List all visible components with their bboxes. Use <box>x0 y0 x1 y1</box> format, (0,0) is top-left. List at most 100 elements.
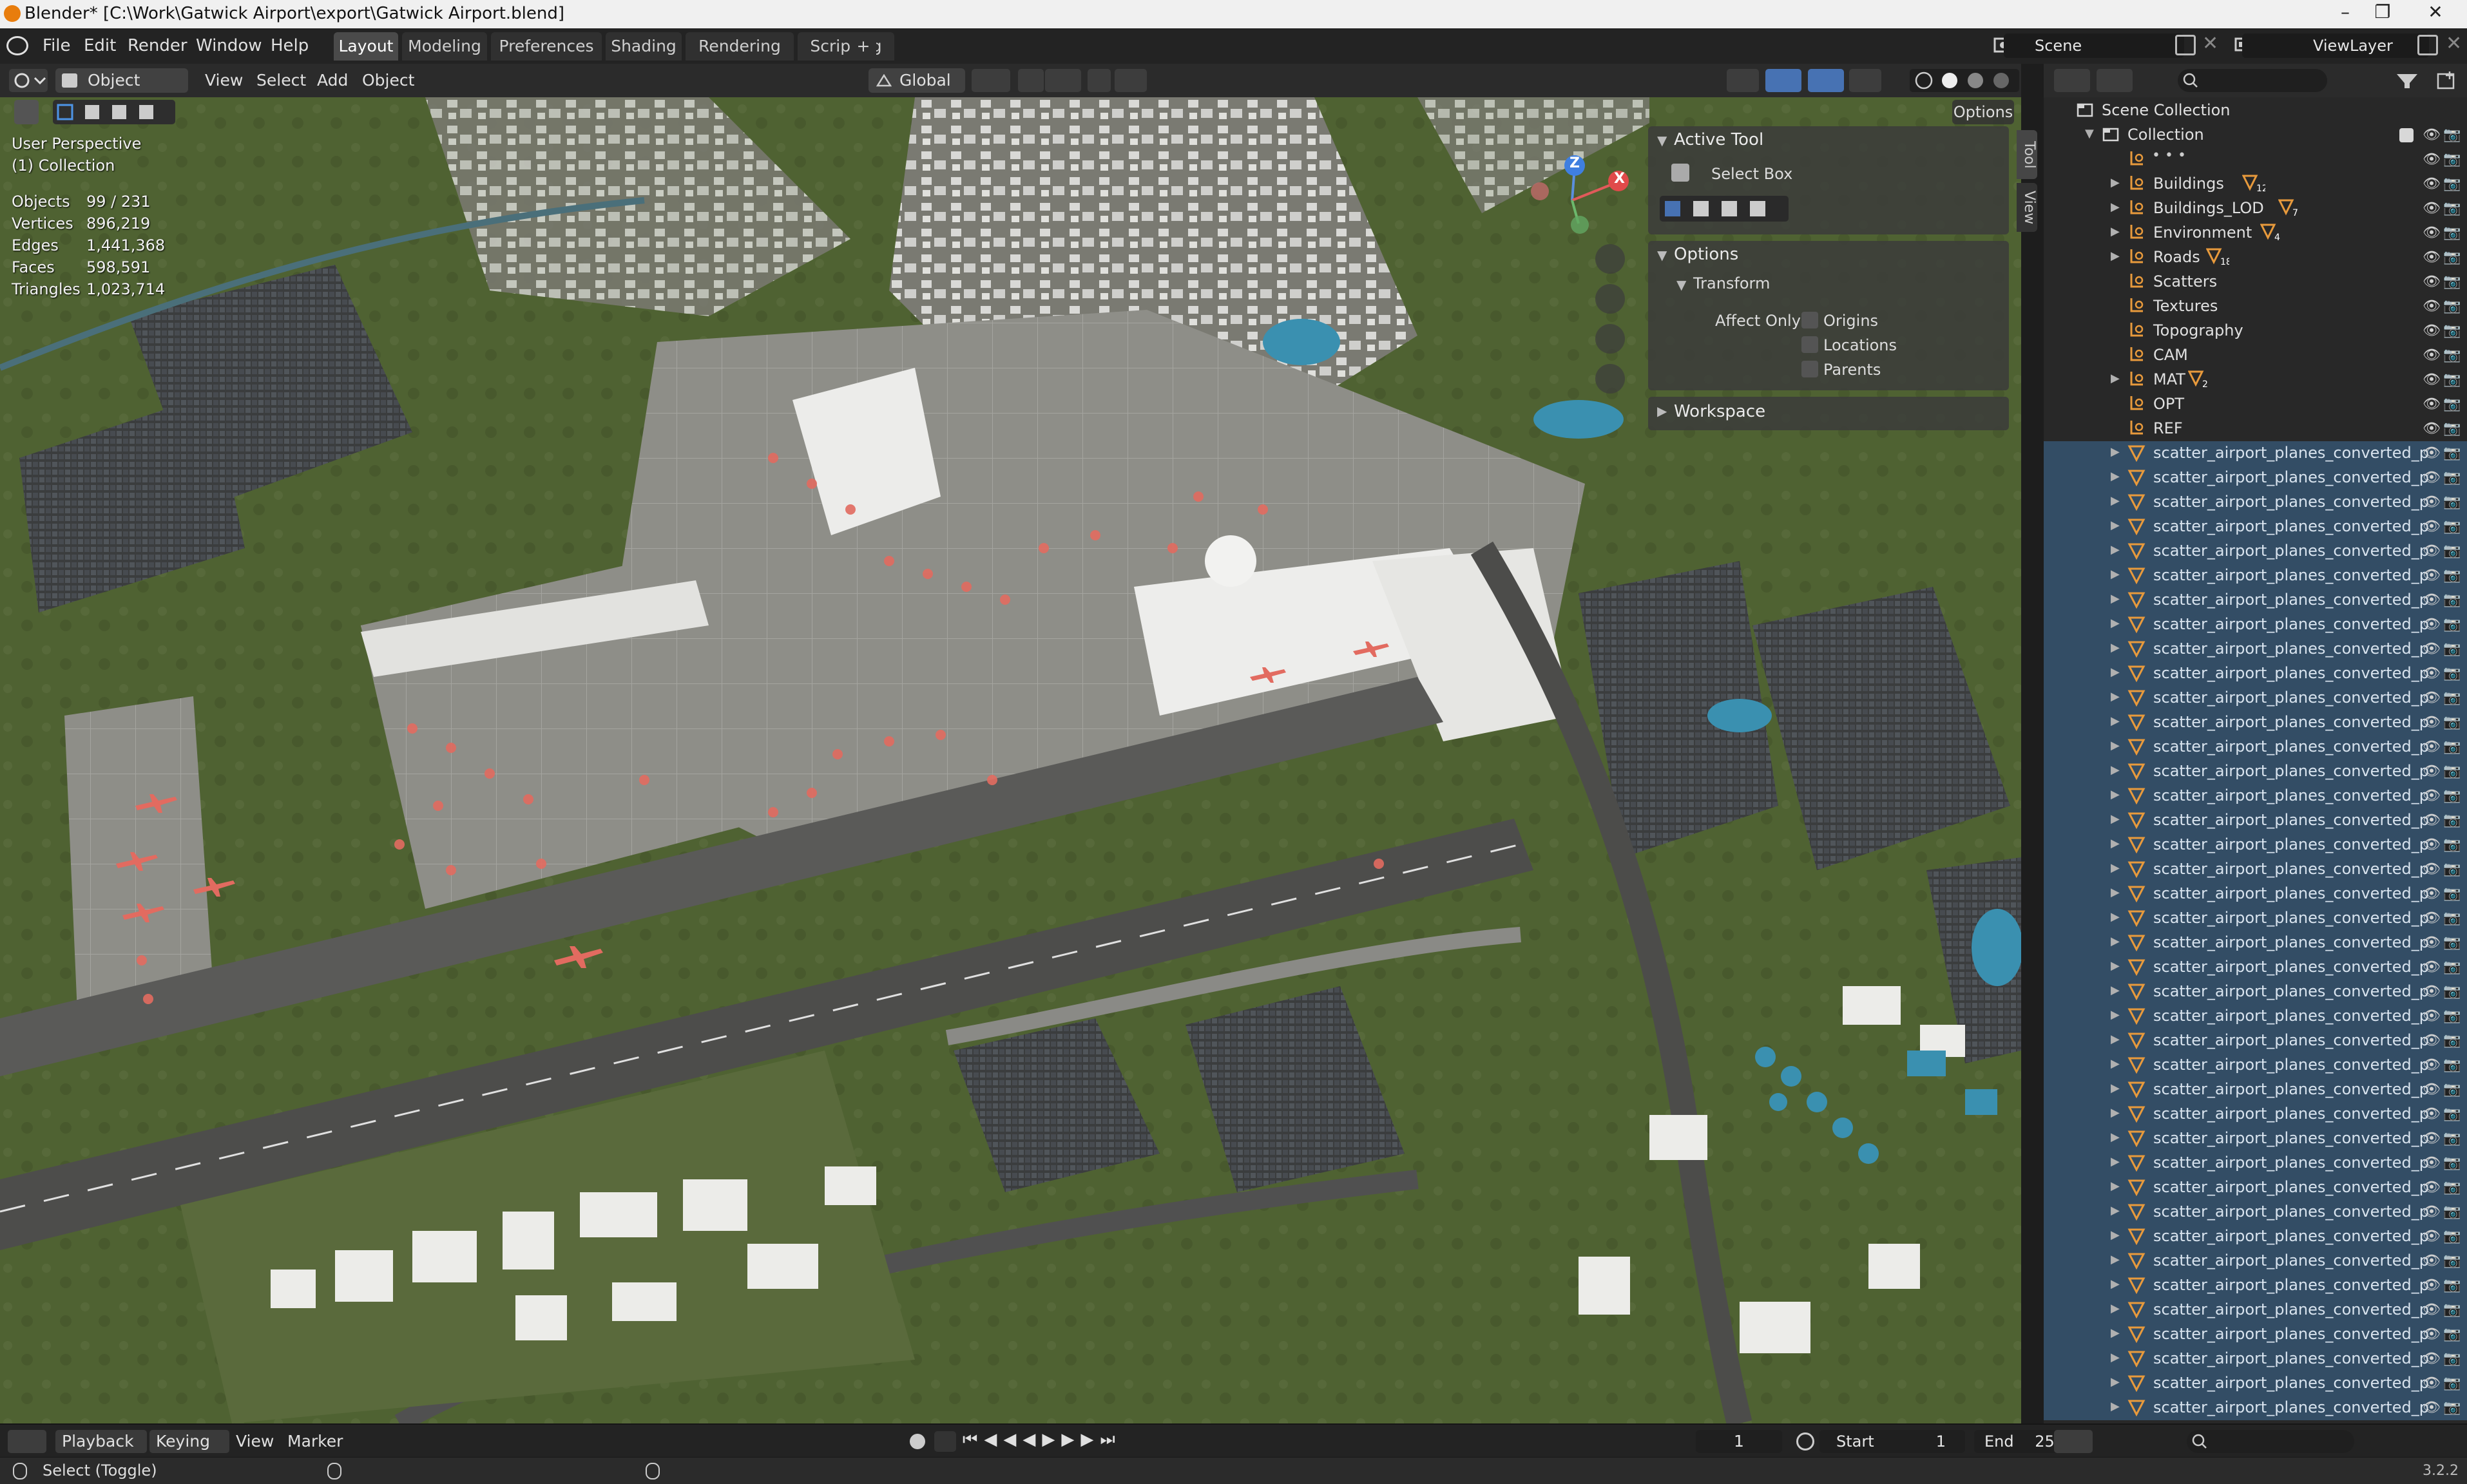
new-view-layer-icon[interactable] <box>2417 35 2438 55</box>
expand-arrow-icon[interactable]: ▶ <box>2111 225 2120 238</box>
maximize-icon[interactable]: ❐ <box>2363 1 2402 27</box>
render-camera-icon[interactable]: 📷 <box>2443 1106 2461 1123</box>
snap-target-icon[interactable] <box>1045 69 1081 92</box>
menu-window[interactable]: Window <box>191 33 267 58</box>
outliner-scatter-object[interactable]: ▶ scatter_airport_planes_converted_p 👁 📷 <box>2044 686 2467 710</box>
render-camera-icon[interactable]: 📷 <box>2443 616 2461 633</box>
collapse-icon[interactable]: ▼ <box>1676 277 1686 292</box>
render-camera-icon[interactable]: 📷 <box>2443 739 2461 756</box>
marker-menu[interactable]: Marker <box>287 1430 343 1453</box>
filter-icon[interactable] <box>2392 69 2428 92</box>
visibility-eye-icon[interactable]: 👁 <box>2423 690 2441 707</box>
gizmo-toggle-icon[interactable] <box>1765 69 1801 92</box>
workspace-section[interactable]: ▶ Workspace <box>1648 397 2009 430</box>
outliner-scatter-object[interactable]: ▶ scatter_airport_planes_converted_p 👁 📷 <box>2044 564 2467 588</box>
render-camera-icon[interactable]: 📷 <box>2443 225 2461 242</box>
outliner-scatter-object[interactable]: ▶ scatter_airport_planes_converted_p 👁 📷 <box>2044 588 2467 613</box>
outliner-scatter-object[interactable]: ▶ scatter_airport_planes_converted_p 👁 📷 <box>2044 1004 2467 1029</box>
expand-arrow-icon[interactable]: ▶ <box>2111 1106 2120 1119</box>
visibility-eye-icon[interactable]: 👁 <box>2423 739 2441 756</box>
render-camera-icon[interactable]: 📷 <box>2443 959 2461 976</box>
outliner-item-topography[interactable]: Topography 👁 📷 <box>2044 319 2467 343</box>
visibility-icon[interactable] <box>1727 69 1759 92</box>
outliner-scatter-object[interactable]: ▶ scatter_airport_planes_converted_p 👁 📷 <box>2044 1078 2467 1102</box>
expand-arrow-icon[interactable]: ▶ <box>2111 1400 2120 1413</box>
render-camera-icon[interactable]: 📷 <box>2443 1277 2461 1294</box>
outliner-item-ref[interactable]: REF 👁 📷 <box>2044 417 2467 441</box>
outliner-scatter-object[interactable]: ▶ scatter_airport_planes_converted_p 👁 📷 <box>2044 1396 2467 1420</box>
expand-arrow-icon[interactable]: ▶ <box>2111 616 2120 630</box>
outliner-scatter-object[interactable]: ▶ scatter_airport_planes_converted_p 👁 📷 <box>2044 1151 2467 1175</box>
outliner-scatter-object[interactable]: ▶ scatter_airport_planes_converted_p 👁 📷 <box>2044 1029 2467 1053</box>
expand-arrow-icon[interactable]: ▶ <box>2111 861 2120 875</box>
render-camera-icon[interactable]: 📷 <box>2443 1253 2461 1270</box>
expand-arrow-icon[interactable]: ▶ <box>2111 837 2120 850</box>
visibility-eye-icon[interactable]: 👁 <box>2423 592 2441 609</box>
selection-mode-buttons[interactable] <box>1660 196 1789 222</box>
record-icon[interactable] <box>910 1434 925 1449</box>
render-camera-icon[interactable]: 📷 <box>2443 690 2461 707</box>
render-camera-icon[interactable]: 📷 <box>2443 812 2461 829</box>
expand-arrow-icon[interactable]: ▶ <box>2111 665 2120 679</box>
expand-arrow-icon[interactable]: ▶ <box>2111 1008 2120 1022</box>
properties-editor-icon[interactable] <box>2054 1430 2093 1453</box>
render-camera-icon[interactable]: 📷 <box>2443 323 2461 339</box>
tab-modeling[interactable]: Modeling <box>402 32 487 61</box>
display-mode-icon[interactable] <box>2097 69 2133 92</box>
visibility-eye-icon[interactable]: 👁 <box>2423 151 2441 168</box>
visibility-eye-icon[interactable]: 👁 <box>2423 518 2441 535</box>
outliner-scatter-object[interactable]: ▶ scatter_airport_planes_converted_p 👁 📷 <box>2044 882 2467 906</box>
playback-controls[interactable]: ⏮◀◀◀▶▶▶⏭ <box>963 1430 1115 1453</box>
outliner-scatter-object[interactable]: ▶ scatter_airport_planes_converted_p 👁 📷 <box>2044 1200 2467 1224</box>
visibility-eye-icon[interactable]: 👁 <box>2423 1351 2441 1367</box>
render-camera-icon[interactable]: 📷 <box>2443 274 2461 290</box>
render-camera-icon[interactable]: 📷 <box>2443 763 2461 780</box>
delete-scene-icon[interactable]: ✕ <box>2202 32 2218 55</box>
render-camera-icon[interactable]: 📷 <box>2443 127 2461 144</box>
view-layer-selector[interactable]: ViewLayer <box>2242 33 2429 58</box>
expand-arrow-icon[interactable]: ▶ <box>2111 470 2120 483</box>
outliner-scatter-object[interactable]: ▶ scatter_airport_planes_converted_p 👁 📷 <box>2044 1273 2467 1298</box>
outliner-scatter-object[interactable]: ▶ scatter_airport_planes_converted_p 👁 📷 <box>2044 539 2467 564</box>
expand-arrow-icon[interactable]: ▶ <box>2111 567 2120 581</box>
outliner[interactable]: Scene Collection ▼ Collection 👁 📷 👁 📷 • • • ▶ Bui… <box>2044 97 2467 1423</box>
outliner-scatter-object[interactable]: ▶ scatter_airport_planes_converted_p 👁 📷 <box>2044 661 2467 686</box>
outliner-item-scatters[interactable]: Scatters 👁 📷 <box>2044 270 2467 294</box>
outliner-scatter-object[interactable]: ▶ scatter_airport_planes_converted_p 👁 📷 <box>2044 1175 2467 1200</box>
outliner-item-buildings-lod[interactable]: ▶ Buildings_LOD 7 👁 📷 <box>2044 196 2467 221</box>
visibility-eye-icon[interactable]: 👁 <box>2423 837 2441 853</box>
outliner-item-buildings[interactable]: ▶ Buildings 12 👁 📷 <box>2044 172 2467 196</box>
playback-menu[interactable]: Playback <box>55 1430 147 1453</box>
expand-arrow-icon[interactable]: ▶ <box>2111 812 2120 826</box>
render-camera-icon[interactable]: 📷 <box>2443 788 2461 804</box>
editor-type-icon[interactable] <box>8 1430 46 1453</box>
visibility-eye-icon[interactable]: 👁 <box>2423 200 2441 217</box>
visibility-eye-icon[interactable]: 👁 <box>2423 763 2441 780</box>
delete-view-layer-icon[interactable]: ✕ <box>2446 32 2462 55</box>
render-camera-icon[interactable]: 📷 <box>2443 494 2461 511</box>
visibility-eye-icon[interactable]: 👁 <box>2423 935 2441 951</box>
visibility-eye-icon[interactable]: 👁 <box>2423 910 2441 927</box>
collapse-icon[interactable]: ▼ <box>1657 247 1667 263</box>
outliner-scatter-object[interactable]: ▶ scatter_airport_planes_converted_p 👁 📷 <box>2044 980 2467 1004</box>
visibility-eye-icon[interactable]: 👁 <box>2423 1375 2441 1392</box>
expand-arrow-icon[interactable]: ▶ <box>2111 1179 2120 1193</box>
visibility-eye-icon[interactable]: 👁 <box>2423 1155 2441 1172</box>
visibility-eye-icon[interactable]: 👁 <box>2423 1228 2441 1245</box>
render-camera-icon[interactable]: 📷 <box>2443 1179 2461 1196</box>
render-camera-icon[interactable]: 📷 <box>2443 543 2461 560</box>
collapse-icon[interactable]: ▼ <box>1657 133 1667 148</box>
snap-toggle-icon[interactable] <box>1018 69 1044 92</box>
visibility-eye-icon[interactable]: 👁 <box>2423 1204 2441 1221</box>
xray-toggle-icon[interactable] <box>1849 69 1881 92</box>
outliner-scatter-object[interactable]: ▶ scatter_airport_planes_converted_p 👁 📷 <box>2044 466 2467 490</box>
outliner-scatter-object[interactable]: ▶ scatter_airport_planes_converted_p 👁 📷 <box>2044 735 2467 759</box>
visibility-eye-icon[interactable]: 👁 <box>2423 1008 2441 1025</box>
visibility-eye-icon[interactable]: 👁 <box>2423 616 2441 633</box>
expand-arrow-icon[interactable]: ▶ <box>2111 518 2120 532</box>
outliner-item-cam[interactable]: CAM 👁 📷 <box>2044 343 2467 368</box>
render-camera-icon[interactable]: 📷 <box>2443 714 2461 731</box>
expand-arrow-icon[interactable]: ▶ <box>2111 886 2120 899</box>
exclude-checkbox[interactable] <box>2399 128 2414 142</box>
outliner-search-input[interactable] <box>2178 69 2327 92</box>
